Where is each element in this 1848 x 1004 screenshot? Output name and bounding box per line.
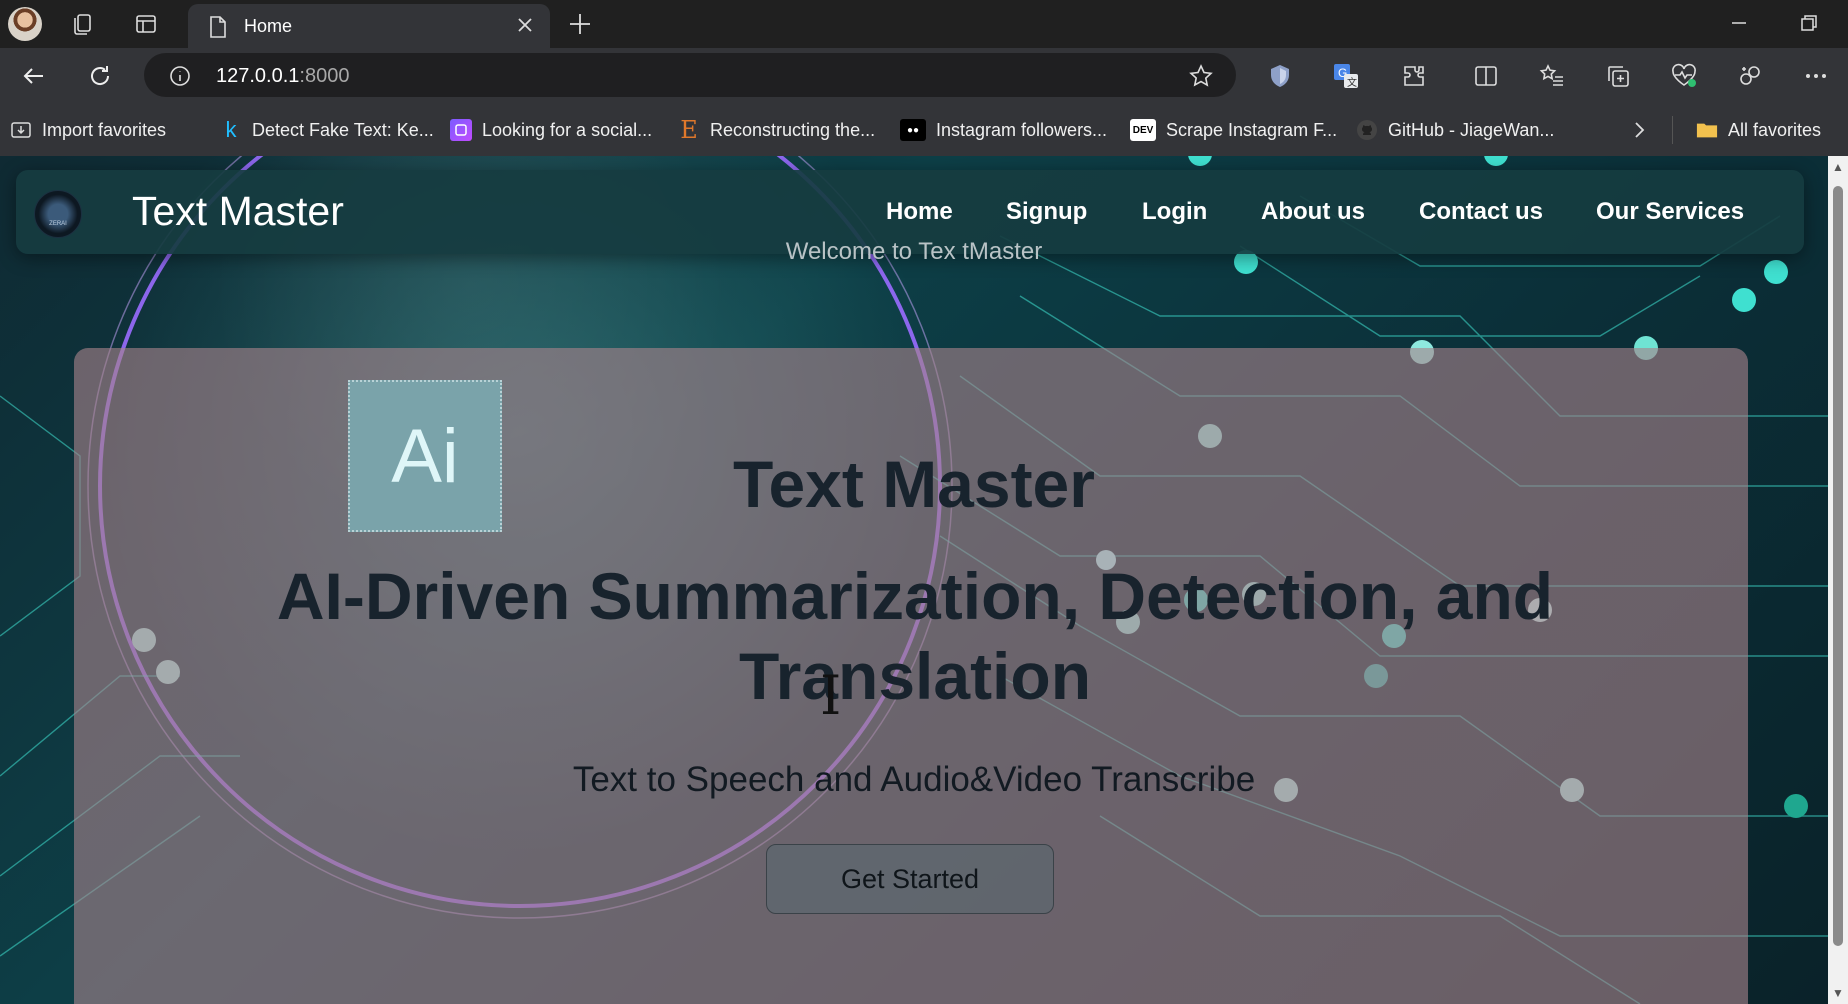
tab-actions-icon[interactable]: [132, 10, 160, 38]
close-tab-icon[interactable]: [514, 14, 536, 41]
hero-title: Text Master: [733, 447, 1095, 521]
scrollbar-thumb[interactable]: [1833, 186, 1843, 946]
scroll-down-icon[interactable]: ▼: [1832, 986, 1844, 1000]
nav-about-us[interactable]: About us: [1261, 198, 1365, 226]
extensions-icon[interactable]: [1400, 62, 1428, 90]
favorites-bar: Import favorites k Detect Fake Text: Ke.…: [0, 104, 1848, 157]
site-info-icon[interactable]: [168, 64, 192, 93]
favorite-import[interactable]: Import favorites: [10, 118, 166, 142]
svg-text:文: 文: [1347, 76, 1357, 89]
nav-contact-us[interactable]: Contact us: [1419, 198, 1543, 226]
web-page: ZERAI Text Master Home Signup Login Abou…: [0, 156, 1828, 1004]
nav-home[interactable]: Home: [886, 198, 953, 226]
tab-title: Home: [244, 16, 293, 36]
hero-subtitle: AI-Driven Summarization, Detection, and …: [276, 559, 1554, 713]
performance-icon[interactable]: [1670, 62, 1698, 90]
medium-icon: ●●: [900, 119, 926, 141]
favorite-star-icon[interactable]: [1188, 63, 1214, 94]
page-scrollbar[interactable]: ▲ ▼: [1828, 156, 1848, 1004]
favorite-instagram[interactable]: ●● Instagram followers...: [900, 118, 1107, 142]
profile-avatar[interactable]: [8, 7, 42, 41]
import-icon: [10, 119, 32, 141]
url-text: 127.0.0.1:8000: [216, 65, 350, 87]
minimize-icon[interactable]: [1728, 12, 1750, 39]
app-icon: [450, 119, 472, 141]
shield-icon[interactable]: [1266, 62, 1294, 90]
favorite-kaggle[interactable]: k Detect Fake Text: Ke...: [220, 117, 434, 142]
nav-our-services[interactable]: Our Services: [1596, 198, 1744, 226]
page-icon: [208, 15, 228, 44]
translate-icon[interactable]: G文: [1332, 62, 1360, 90]
collections-icon[interactable]: [70, 10, 98, 38]
welcome-text: Welcome to Tex tMaster: [785, 238, 1043, 265]
scroll-up-icon[interactable]: ▲: [1832, 160, 1844, 174]
get-started-button[interactable]: Get Started: [766, 844, 1054, 914]
nav-signup[interactable]: Signup: [1006, 198, 1087, 226]
copilot-icon[interactable]: [1736, 62, 1764, 90]
dev-icon: DEV: [1130, 119, 1156, 141]
site-brand[interactable]: Text Master: [132, 188, 344, 235]
site-logo[interactable]: ZERAI: [34, 190, 82, 238]
favorite-reconstructing[interactable]: E Reconstructing the...: [678, 116, 875, 144]
all-favorites[interactable]: All favorites: [1696, 118, 1821, 142]
tab-home[interactable]: Home: [188, 4, 550, 48]
address-bar[interactable]: 127.0.0.1:8000: [144, 53, 1236, 97]
collections-toolbar-icon[interactable]: [1604, 62, 1632, 90]
chevron-right-icon[interactable]: [1628, 118, 1650, 147]
split-screen-icon[interactable]: [1472, 62, 1500, 90]
new-tab-icon[interactable]: [566, 10, 594, 43]
favorites-list-icon[interactable]: [1538, 62, 1566, 90]
back-icon[interactable]: [20, 62, 48, 90]
hero-tagline: Text to Speech and Audio&Video Transcrib…: [572, 760, 1256, 799]
github-icon: [1356, 119, 1378, 141]
folder-icon: [1696, 119, 1718, 141]
nav-login[interactable]: Login: [1142, 198, 1207, 226]
letter-e-icon: E: [680, 116, 698, 144]
refresh-icon[interactable]: [86, 62, 114, 90]
divider: [1672, 116, 1673, 144]
favorite-social[interactable]: Looking for a social...: [450, 118, 652, 142]
text-cursor-icon: I: [820, 664, 842, 727]
toolbar: 127.0.0.1:8000 G文: [0, 48, 1848, 104]
restore-icon[interactable]: [1798, 12, 1820, 39]
favorite-scrape[interactable]: DEV Scrape Instagram F...: [1130, 118, 1337, 142]
tab-bar: Home: [0, 0, 1848, 48]
favorite-github[interactable]: GitHub - JiageWan...: [1356, 118, 1554, 142]
more-menu-icon[interactable]: [1802, 62, 1830, 90]
kaggle-icon: k: [225, 117, 237, 142]
